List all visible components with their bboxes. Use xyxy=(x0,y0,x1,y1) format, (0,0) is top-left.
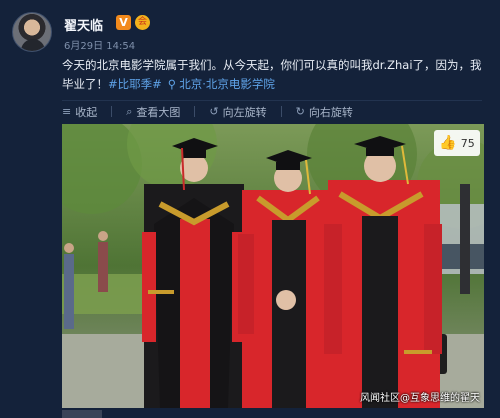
watermark: 风闻社区@互象思维的翟天 xyxy=(360,393,480,404)
collapse-button[interactable]: ≡ 收起 xyxy=(62,101,97,123)
rotate-right-button[interactable]: ↻ 向右旋转 xyxy=(296,101,353,123)
post-photo[interactable]: 👍 75 风闻社区@互象思维的翟天 xyxy=(62,124,484,408)
location-pin-icon: ⚲ xyxy=(167,77,177,91)
graduation-photo xyxy=(62,124,484,408)
post-timestamp[interactable]: 6月29日 14:54 xyxy=(64,37,135,52)
username[interactable]: 翟天临 xyxy=(64,15,103,34)
location-link[interactable]: 北京·北京电影学院 xyxy=(179,77,275,91)
image-toolbar: ≡ 收起 ⌕ 查看大图 ↺ 向左旋转 ↻ 向右旋转 xyxy=(62,100,482,122)
toolbar-divider xyxy=(111,106,113,117)
zoom-icon: ⌕ xyxy=(126,104,133,118)
thumbnail-strip[interactable] xyxy=(62,410,102,418)
collapse-icon: ≡ xyxy=(62,105,72,118)
like-button[interactable]: 👍 75 xyxy=(434,130,480,156)
toolbar-divider xyxy=(194,106,196,117)
avatar[interactable] xyxy=(12,12,52,52)
rotate-right-label: 向右旋转 xyxy=(308,105,353,119)
like-count: 75 xyxy=(460,136,475,150)
toolbar-divider xyxy=(280,106,282,117)
hashtag-link[interactable]: #比耶季# xyxy=(108,77,162,91)
rotate-left-label: 向左旋转 xyxy=(222,105,267,119)
rotate-right-icon: ↻ xyxy=(295,105,305,118)
member-badge-icon: 会 xyxy=(135,15,150,30)
view-large-label: 查看大图 xyxy=(136,105,181,119)
view-large-button[interactable]: ⌕ 查看大图 xyxy=(126,101,180,123)
thumbs-up-icon: 👍 xyxy=(439,135,457,151)
post-text: 今天的北京电影学院属于我们。从今天起，你们可以真的叫我dr.Zhai了，因为，我… xyxy=(62,56,482,94)
verified-badge-icon: V xyxy=(116,15,131,30)
rotate-left-icon: ↺ xyxy=(209,105,219,118)
post-header: 翟天临 V 会 6月29日 14:54 xyxy=(12,10,482,54)
collapse-label: 收起 xyxy=(75,105,98,119)
rotate-left-button[interactable]: ↺ 向左旋转 xyxy=(209,101,266,123)
